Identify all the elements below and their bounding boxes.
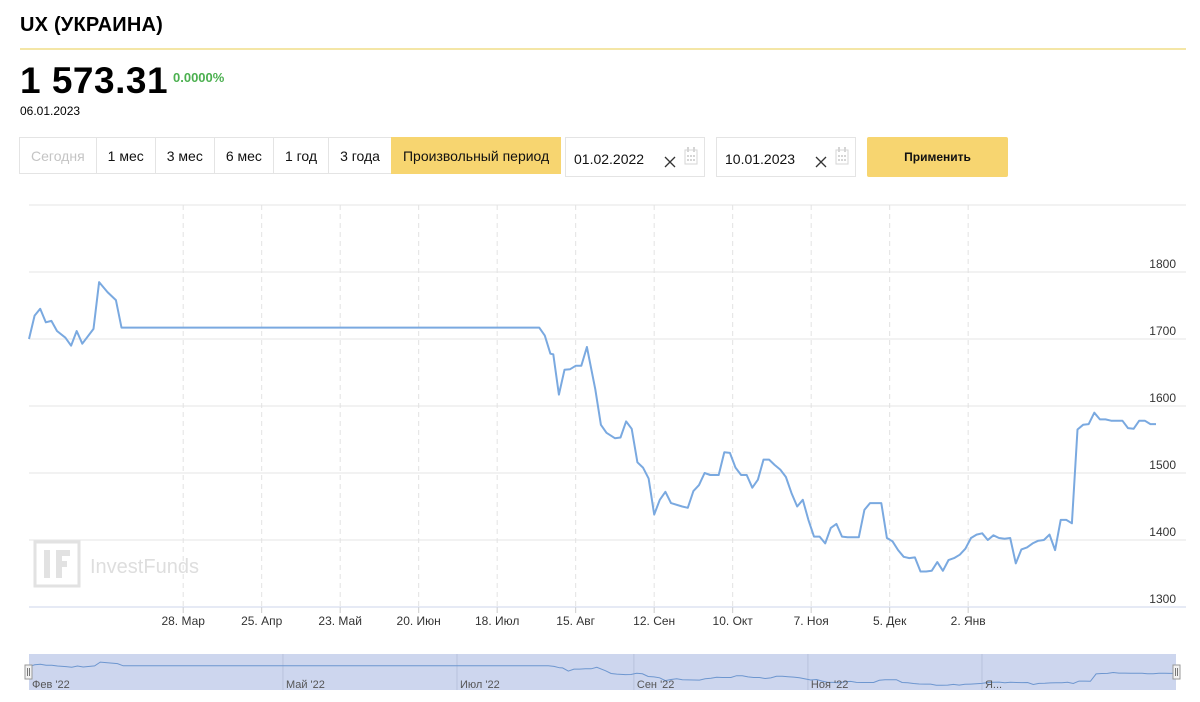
period-1y-button[interactable]: 1 год bbox=[272, 137, 330, 174]
navigator-left-handle[interactable] bbox=[24, 664, 33, 680]
y-tick-label: 1500 bbox=[1149, 458, 1176, 472]
x-tick-label: 2. Янв bbox=[951, 614, 986, 628]
apply-button[interactable]: Применить bbox=[867, 137, 1008, 177]
x-axis-labels: 28. Мар 25. Апр 23. Май 20. Июн 18. Июл 15. А… bbox=[161, 614, 985, 628]
navigator-label: Сен '22 bbox=[637, 679, 675, 691]
close-icon[interactable] bbox=[815, 156, 827, 168]
title-divider bbox=[20, 48, 1186, 50]
x-tick-label: 7. Ноя bbox=[794, 614, 829, 628]
navigator-label: Ноя '22 bbox=[811, 679, 848, 691]
navigator-selection[interactable] bbox=[29, 654, 1176, 690]
period-selector: Сегодня 1 мес 3 мес 6 мес 1 год 3 года П… bbox=[19, 137, 562, 174]
price-change: 0.0000% bbox=[173, 70, 225, 85]
navigator-right-handle[interactable] bbox=[1172, 664, 1181, 680]
price-chart[interactable]: InvestFunds 1300 1400 1500 1600 1700 1800 28.… bbox=[0, 195, 1200, 702]
calendar-icon[interactable] bbox=[835, 146, 849, 166]
x-tick-label: 18. Июл bbox=[475, 614, 519, 628]
period-3m-button[interactable]: 3 мес bbox=[154, 137, 215, 174]
price-date: 06.01.2023 bbox=[20, 104, 81, 118]
navigator-label: Фев '22 bbox=[32, 679, 70, 691]
calendar-icon[interactable] bbox=[684, 146, 698, 166]
period-1m-button[interactable]: 1 мес bbox=[95, 137, 156, 174]
close-icon[interactable] bbox=[664, 156, 676, 168]
investfunds-logo bbox=[33, 540, 81, 588]
period-3y-button[interactable]: 3 года bbox=[328, 137, 392, 174]
x-tick-label: 12. Сен bbox=[633, 614, 675, 628]
x-tick-label: 20. Июн bbox=[397, 614, 441, 628]
x-tick-label: 25. Апр bbox=[241, 614, 283, 628]
x-tick-label: 23. Май bbox=[318, 614, 362, 628]
y-tick-label: 1300 bbox=[1149, 592, 1176, 606]
watermark: InvestFunds bbox=[33, 540, 199, 588]
current-price: 1 573.31 bbox=[20, 60, 169, 101]
date-to-field[interactable]: 10.01.2023 bbox=[716, 137, 856, 177]
x-tick-label: 10. Окт bbox=[713, 614, 754, 628]
period-today-button[interactable]: Сегодня bbox=[19, 137, 97, 174]
page-title: UX (УКРАИНА) bbox=[20, 14, 163, 36]
date-from-value: 01.02.2022 bbox=[574, 151, 645, 167]
period-6m-button[interactable]: 6 мес bbox=[213, 137, 274, 174]
period-custom-button[interactable]: Произвольный период bbox=[390, 137, 562, 174]
watermark-text: InvestFunds bbox=[90, 556, 199, 578]
x-tick-label: 5. Дек bbox=[873, 614, 907, 628]
navigator-label: Я... bbox=[985, 679, 1002, 691]
y-axis-labels: 1300 1400 1500 1600 1700 1800 bbox=[1149, 257, 1176, 606]
x-tick-label: 15. Авг bbox=[556, 614, 595, 628]
range-navigator[interactable]: Фев '22 Май '22 Июл '22 Сен '22 Ноя '22 Я... bbox=[24, 654, 1181, 691]
navigator-label: Май '22 bbox=[286, 679, 325, 691]
date-from-field[interactable]: 01.02.2022 bbox=[565, 137, 705, 177]
price-series-line bbox=[28, 281, 1156, 573]
y-tick-label: 1800 bbox=[1149, 257, 1176, 271]
navigator-label: Июл '22 bbox=[460, 679, 500, 691]
y-tick-label: 1600 bbox=[1149, 391, 1176, 405]
date-to-value: 10.01.2023 bbox=[725, 151, 796, 167]
x-tick-label: 28. Мар bbox=[161, 614, 205, 628]
y-tick-label: 1400 bbox=[1149, 525, 1176, 539]
y-tick-label: 1700 bbox=[1149, 324, 1176, 338]
